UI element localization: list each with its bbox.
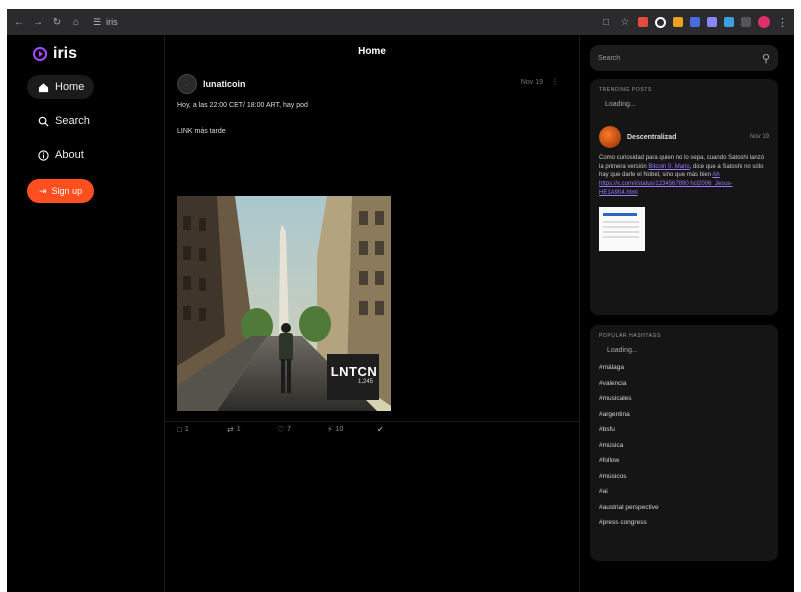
extension-blue-icon[interactable] [690,17,700,27]
thumbs-up-button[interactable]: ✔ [377,425,427,434]
right-sidebar: ⚲ TRENDING POSTS Loading... Descentraliz… [580,35,794,592]
sidebar-item-label: About [55,149,84,161]
home-browser-icon[interactable]: ⌂ [70,16,82,28]
post-date[interactable]: Nov 19 [521,79,543,86]
search-icon[interactable]: ⚲ [762,52,770,65]
trending-posts-card: TRENDING POSTS Loading... Descentralizad… [590,79,778,315]
trending-loading: Loading... [605,101,636,108]
iris-logo-icon [33,47,47,61]
profile-avatar-icon[interactable] [758,16,770,28]
hashtag-item[interactable]: #ai [599,488,769,495]
image-caption: LNTCN 1,245 [329,364,379,385]
trending-posts-title: TRENDING POSTS [599,87,652,93]
logo-text: iris [53,45,78,62]
back-arrow-icon[interactable]: ← [13,16,25,28]
info-icon [37,149,49,161]
zap-icon: ⚡ [327,425,333,434]
sign-up-label: Sign up [51,186,83,196]
hashtag-list: #málaga #valencia #musicales #argentina … [599,364,769,526]
comment-icon: □ [177,425,182,434]
sidebar-item-home[interactable]: Home [27,75,95,99]
post-text-line: LINK más tarde [177,127,226,135]
left-sidebar: iris Home Search About ⇥ Sign up [7,35,165,592]
extensions-puzzle-icon[interactable] [741,17,751,27]
feed-post[interactable]: ◌ lunaticoin Nov 19 ⋮ Hoy, a las 22:00 C… [165,67,579,434]
search-box[interactable]: ⚲ [590,45,778,71]
extension-ring-icon[interactable] [655,16,666,28]
trending-link[interactable]: Bitcoin 0. Mario [648,164,689,170]
post-menu-icon[interactable]: ⋮ [551,77,559,86]
sign-up-button[interactable]: ⇥ Sign up [27,179,95,203]
reply-count: 1 [184,426,189,433]
extension-purple-icon[interactable] [707,17,717,27]
post-image[interactable]: LNTCN 1,245 [177,196,391,411]
page-title: Home [358,45,386,57]
sidebar-item-about[interactable]: About [27,143,94,167]
extension-orange-icon[interactable] [673,17,683,27]
home-icon [37,81,49,93]
trending-post-date[interactable]: Nov 19 [750,134,769,140]
main-feed: Home ◌ lunaticoin Nov 19 ⋮ Hoy, a las 22… [165,35,580,592]
tab-title: iris [106,17,118,27]
reload-icon[interactable]: ↻ [51,16,63,28]
popular-hashtags-card: POPULAR HASHTAGS Loading... #málaga #val… [590,325,778,561]
heart-icon: ♡ [277,425,285,434]
zap-count: 10 [335,426,344,433]
sidebar-item-label: Home [55,81,85,93]
browser-menu-icon[interactable]: ⋮ [777,16,788,29]
trending-author-name[interactable]: Descentralizad [627,134,676,141]
repost-count: 1 [236,426,241,433]
post-author-avatar[interactable]: ◌ [177,74,197,94]
like-button[interactable]: ♡ 7 [277,425,327,434]
hashtags-loading: Loading... [607,347,638,354]
site-info-icon: ☰ [93,16,102,27]
hashtag-item[interactable]: #austrial perspective [599,504,769,511]
post-text-line: Hoy, a las 22:00 CET/ 18:00 ART, hay pod [177,102,308,109]
cast-icon[interactable]: □ [600,16,612,28]
hashtag-item[interactable]: #argentina [599,411,769,418]
sidebar-item-search[interactable]: Search [27,109,100,133]
hashtag-item[interactable]: #follow [599,457,769,464]
search-icon [37,115,49,127]
trending-post-text: Como curiosidad para quien no lo sepa, c… [599,154,769,197]
trending-post-header[interactable]: Descentralizad Nov 19 [599,126,769,148]
hashtag-item[interactable]: #málaga [599,364,769,371]
reply-button[interactable]: □ 1 [177,425,227,434]
hashtag-item[interactable]: #press congress [599,519,769,526]
sidebar-item-label: Search [55,115,90,127]
trending-post-thumbnail[interactable] [599,207,645,252]
hashtag-item[interactable]: #músicos [599,473,769,480]
like-count: 7 [287,426,292,433]
repost-button[interactable]: ⇄ 1 [227,425,277,434]
bookmark-star-icon[interactable]: ☆ [619,16,631,28]
trending-author-avatar[interactable] [599,126,621,148]
login-arrow-icon: ⇥ [39,185,47,196]
image-caption-title: LNTCN [330,364,378,379]
logo[interactable]: iris [33,45,164,63]
post-actions: □ 1 ⇄ 1 ♡ 7 ⚡ 10 ✔ [177,425,427,434]
browser-toolbar: ← → ↻ ⌂ ☰ iris □ ☆ ⋮ [7,9,794,35]
zap-button[interactable]: ⚡ 10 [327,425,377,434]
extension-red-icon[interactable] [638,17,648,27]
popular-hashtags-title: POPULAR HASHTAGS [599,333,662,339]
forward-arrow-icon[interactable]: → [32,16,44,28]
hashtag-item[interactable]: #valencia [599,380,769,387]
hashtag-item[interactable]: #música [599,442,769,449]
address-bar[interactable]: ☰ iris [93,17,118,28]
hashtag-item[interactable]: #musicales [599,395,769,402]
thumbs-up-icon: ✔ [377,425,384,434]
app-window: iris Home Search About ⇥ Sign up Home ◌ … [7,35,794,592]
extension-lightblue-icon[interactable] [724,17,734,27]
repost-icon: ⇄ [227,425,234,434]
post-author-name[interactable]: lunaticoin [203,79,246,89]
search-input[interactable] [598,54,728,62]
image-caption-subtitle: 1,245 [357,379,373,385]
hashtag-item[interactable]: #bsfu [599,426,769,433]
